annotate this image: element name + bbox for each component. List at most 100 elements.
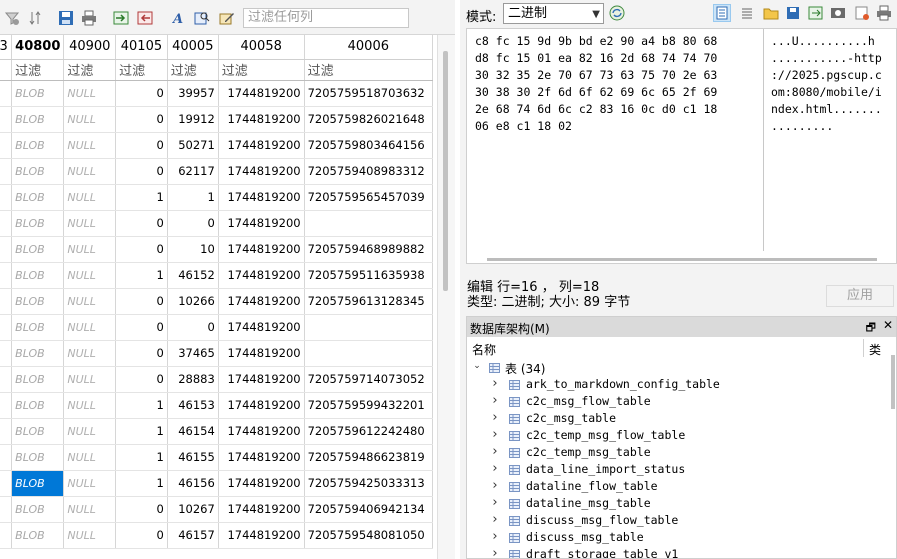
cell[interactable]: 1744819200 — [218, 80, 305, 107]
row-marker-cell[interactable] — [0, 262, 13, 289]
tree-item-table[interactable]: › draft_storage_table_v1 — [467, 546, 892, 558]
cell[interactable]: 50271 — [167, 132, 219, 159]
row-marker-cell[interactable] — [0, 184, 13, 211]
tree-item-table[interactable]: › discuss_msg_table — [467, 529, 892, 546]
cell[interactable]: 1744819200 — [218, 288, 305, 315]
cell[interactable]: 0 — [115, 236, 168, 263]
cell[interactable]: 7205759548081050 — [304, 522, 434, 549]
cell[interactable]: 1744819200 — [218, 522, 305, 549]
row-marker-cell[interactable] — [0, 314, 13, 341]
cell[interactable]: 0 — [115, 158, 168, 185]
cell[interactable]: 0 — [115, 80, 168, 107]
cell[interactable]: 1744819200 — [218, 340, 305, 367]
cell[interactable]: 1744819200 — [218, 366, 305, 393]
table-row[interactable]: BLOB NULL 0 50271 1744819200 7205759803464156 — [0, 132, 434, 159]
cell[interactable]: 46156 — [167, 470, 219, 497]
clear-icon[interactable] — [853, 4, 871, 22]
ascii-line[interactable]: ://2025.pgscup.c — [771, 67, 896, 84]
column-header[interactable]: 40900 — [63, 35, 117, 60]
save-icon[interactable] — [57, 9, 75, 27]
chevron-right-icon[interactable]: › — [490, 461, 500, 476]
ascii-line[interactable]: ndex.html....... — [771, 101, 896, 118]
hex-bytes-area[interactable]: c8 fc 15 9d 9b bd e2 90 a4 b8 80 68 d8 fc… — [467, 29, 763, 263]
blob-cell[interactable]: BLOB — [11, 236, 65, 263]
cell[interactable]: 28883 — [167, 366, 219, 393]
table-row[interactable]: BLOB NULL 0 37465 1744819200 — [0, 340, 434, 367]
cell[interactable]: 0 — [115, 366, 168, 393]
schema-vertical-scrollbar[interactable] — [889, 355, 896, 558]
cell[interactable]: 1744819200 — [218, 236, 305, 263]
cell[interactable]: 0 — [115, 210, 168, 237]
row-marker-cell[interactable] — [0, 496, 13, 523]
tree-root-tables[interactable]: ⌄ 表 (34) — [467, 359, 892, 376]
cell[interactable]: 7205759468989882 — [304, 236, 434, 263]
table-row[interactable]: BLOB NULL 1 46153 1744819200 7205759599432201 — [0, 392, 434, 419]
chevron-right-icon[interactable]: › — [490, 529, 500, 544]
cell[interactable] — [304, 210, 434, 237]
filter-any-column-input[interactable]: 过滤任何列 — [243, 8, 409, 28]
chevron-right-icon[interactable]: › — [490, 478, 500, 493]
chevron-right-icon[interactable]: › — [490, 495, 500, 510]
cell[interactable]: 1744819200 — [218, 496, 305, 523]
cell[interactable]: 19912 — [167, 106, 219, 133]
tree-item-table[interactable]: › dataline_flow_table — [467, 478, 892, 495]
hex-line[interactable]: d8 fc 15 01 ea 82 16 2d 68 74 74 70 — [475, 50, 763, 67]
chevron-down-icon[interactable]: ⌄ — [472, 361, 482, 371]
cell[interactable]: 46152 — [167, 262, 219, 289]
mode-select[interactable]: 二进制 ▼ — [503, 3, 604, 24]
hex-line[interactable]: 30 32 35 2e 70 67 73 63 75 70 2e 63 — [475, 67, 763, 84]
cell[interactable]: 1 — [115, 418, 168, 445]
cell[interactable]: 10 — [167, 236, 219, 263]
cell[interactable]: 0 — [115, 314, 168, 341]
column-header[interactable]: 40058 — [218, 35, 305, 60]
tree-item-table[interactable]: › c2c_msg_table — [467, 410, 892, 427]
cell[interactable]: 7205759714073052 — [304, 366, 434, 393]
table-row[interactable]: BLOB NULL 0 46157 1744819200 7205759548081050 — [0, 522, 434, 549]
cell[interactable]: 1 — [115, 184, 168, 211]
find-icon[interactable] — [193, 9, 211, 27]
table-row[interactable]: BLOB NULL 1 46156 1744819200 7205759425033313 — [0, 470, 434, 497]
cell[interactable]: 7205759803464156 — [304, 132, 434, 159]
text-mode-icon[interactable] — [713, 4, 731, 22]
tree-item-table[interactable]: › data_line_import_status — [467, 461, 892, 478]
ascii-line[interactable]: ...U..........h — [771, 33, 896, 50]
auto-switch-icon[interactable] — [608, 4, 626, 22]
cell[interactable]: 0 — [115, 522, 168, 549]
cell[interactable] — [304, 314, 434, 341]
cell[interactable]: 7205759486623819 — [304, 444, 434, 471]
column-filter-input[interactable] — [0, 59, 13, 81]
null-cell[interactable]: NULL — [63, 262, 117, 289]
null-cell[interactable]: NULL — [63, 444, 117, 471]
hex-line[interactable]: 06 e8 c1 18 02 — [475, 118, 763, 135]
cell[interactable]: 1744819200 — [218, 106, 305, 133]
row-marker-cell[interactable] — [0, 470, 13, 497]
blob-cell[interactable]: BLOB — [11, 470, 65, 497]
table-row[interactable]: BLOB NULL 0 10267 1744819200 7205759406942134 — [0, 496, 434, 523]
cell[interactable]: 0 — [115, 132, 168, 159]
row-marker-cell[interactable] — [0, 288, 13, 315]
cell[interactable]: 1744819200 — [218, 262, 305, 289]
blob-cell[interactable]: BLOB — [11, 288, 65, 315]
hex-horizontal-scrollbar[interactable] — [467, 251, 896, 263]
cell[interactable]: 1744819200 — [218, 210, 305, 237]
cell[interactable]: 1744819200 — [218, 470, 305, 497]
table-row[interactable]: BLOB NULL 0 62117 1744819200 7205759408983312 — [0, 158, 434, 185]
row-marker-cell[interactable] — [0, 392, 13, 419]
table-row[interactable]: BLOB NULL 1 1 1744819200 7205759565457039 — [0, 184, 434, 211]
print-icon[interactable] — [80, 9, 98, 27]
null-cell[interactable]: NULL — [63, 106, 117, 133]
row-marker-cell[interactable] — [0, 522, 13, 549]
cell[interactable]: 7205759565457039 — [304, 184, 434, 211]
cell[interactable]: 46157 — [167, 522, 219, 549]
tree-item-table[interactable]: › dataline_msg_table — [467, 495, 892, 512]
null-cell[interactable]: NULL — [63, 522, 117, 549]
cell[interactable]: 0 — [115, 288, 168, 315]
ascii-line[interactable]: ...........-http — [771, 50, 896, 67]
blob-cell[interactable]: BLOB — [11, 314, 65, 341]
column-filter-input[interactable]: 过滤 — [218, 59, 305, 81]
blob-cell[interactable]: BLOB — [11, 418, 65, 445]
blob-cell[interactable]: BLOB — [11, 80, 65, 107]
hex-line[interactable]: 30 38 30 2f 6d 6f 62 69 6c 65 2f 69 — [475, 84, 763, 101]
row-marker-cell[interactable] — [0, 340, 13, 367]
cell[interactable]: 7205759425033313 — [304, 470, 434, 497]
